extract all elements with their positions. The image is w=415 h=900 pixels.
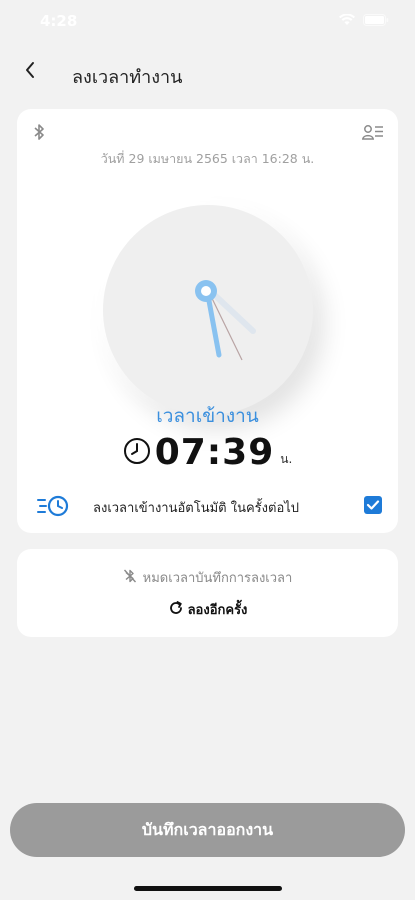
status-bar: 4:28 bbox=[0, 0, 415, 44]
status-time: 4:28 bbox=[40, 12, 78, 30]
time-display: 07:39 น. bbox=[17, 431, 398, 475]
retry-button[interactable]: ลองอีกครั้ง bbox=[17, 599, 398, 620]
battery-icon bbox=[363, 14, 389, 26]
retry-label: ลองอีกครั้ง bbox=[187, 603, 248, 618]
auto-clockin-checkbox[interactable] bbox=[364, 496, 382, 514]
clock-out-label: บันทึกเวลาออกงาน bbox=[141, 819, 274, 839]
clock-card: วันที่ 29 เมษายน 2565 เวลา 16:28 น. เวลา… bbox=[17, 109, 398, 533]
refresh-icon bbox=[168, 600, 184, 620]
clock-out-button[interactable]: บันทึกเวลาออกงาน bbox=[10, 803, 405, 857]
profile-list-icon[interactable] bbox=[361, 123, 384, 145]
mode-label: เวลาเข้างาน bbox=[156, 405, 259, 427]
app-screen: 4:28 ลงเวลาทำงาน วันที่ 29 เมษายน 2565 เ… bbox=[0, 0, 415, 900]
time-unit: น. bbox=[280, 452, 293, 466]
back-button[interactable] bbox=[14, 56, 46, 88]
page-title: ลงเวลาทำงาน bbox=[72, 67, 183, 88]
clock-icon bbox=[123, 437, 151, 469]
back-icon bbox=[24, 61, 36, 83]
expired-text: หมดเวลาบันทึกการลงเวลา bbox=[142, 571, 293, 586]
wifi-icon bbox=[339, 14, 355, 26]
auto-clock-icon bbox=[37, 493, 71, 523]
header: ลงเวลาทำงาน bbox=[0, 52, 415, 96]
date-text: วันที่ 29 เมษายน 2565 เวลา 16:28 น. bbox=[100, 151, 315, 166]
bluetooth-icon bbox=[33, 123, 45, 145]
auto-clockin-row: ลงเวลาเข้างานอัตโนมัติ ในครั้งต่อไป bbox=[37, 493, 382, 519]
analog-clock bbox=[103, 205, 313, 415]
expired-row: หมดเวลาบันทึกการลงเวลา bbox=[17, 567, 398, 588]
time-value: 07:39 bbox=[154, 432, 275, 473]
status-icons bbox=[339, 14, 389, 26]
home-indicator[interactable] bbox=[134, 886, 282, 891]
checkbox-checked-icon bbox=[366, 496, 380, 515]
bluetooth-off-icon bbox=[123, 568, 137, 588]
auto-clockin-label: ลงเวลาเข้างานอัตโนมัติ ในครั้งต่อไป bbox=[93, 501, 300, 516]
status-card: หมดเวลาบันทึกการลงเวลา ลองอีกครั้ง bbox=[17, 549, 398, 637]
